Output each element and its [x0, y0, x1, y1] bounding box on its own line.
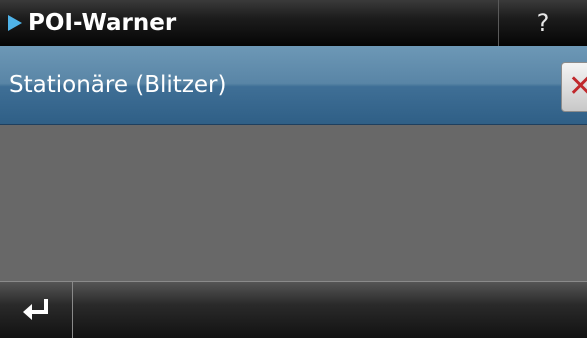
list-item-label: Stationäre (Blitzer): [9, 72, 227, 98]
help-button[interactable]: ?: [499, 0, 587, 46]
list-item-stationaere[interactable]: Stationäre (Blitzer): [0, 46, 587, 125]
return-arrow-icon: [23, 298, 48, 320]
page-title-group: POI-Warner: [8, 0, 176, 46]
bottom-toolbar: [0, 281, 587, 338]
delete-icon: ✕: [568, 69, 587, 104]
delete-button[interactable]: ✕: [561, 62, 587, 112]
back-button[interactable]: [0, 282, 72, 338]
play-icon: [8, 15, 22, 31]
poi-warner-screen: POI-Warner ? Stationäre (Blitzer) ✕: [0, 0, 587, 338]
footer-divider: [72, 282, 73, 338]
page-title: POI-Warner: [28, 10, 177, 36]
title-bar: POI-Warner ?: [0, 0, 587, 46]
